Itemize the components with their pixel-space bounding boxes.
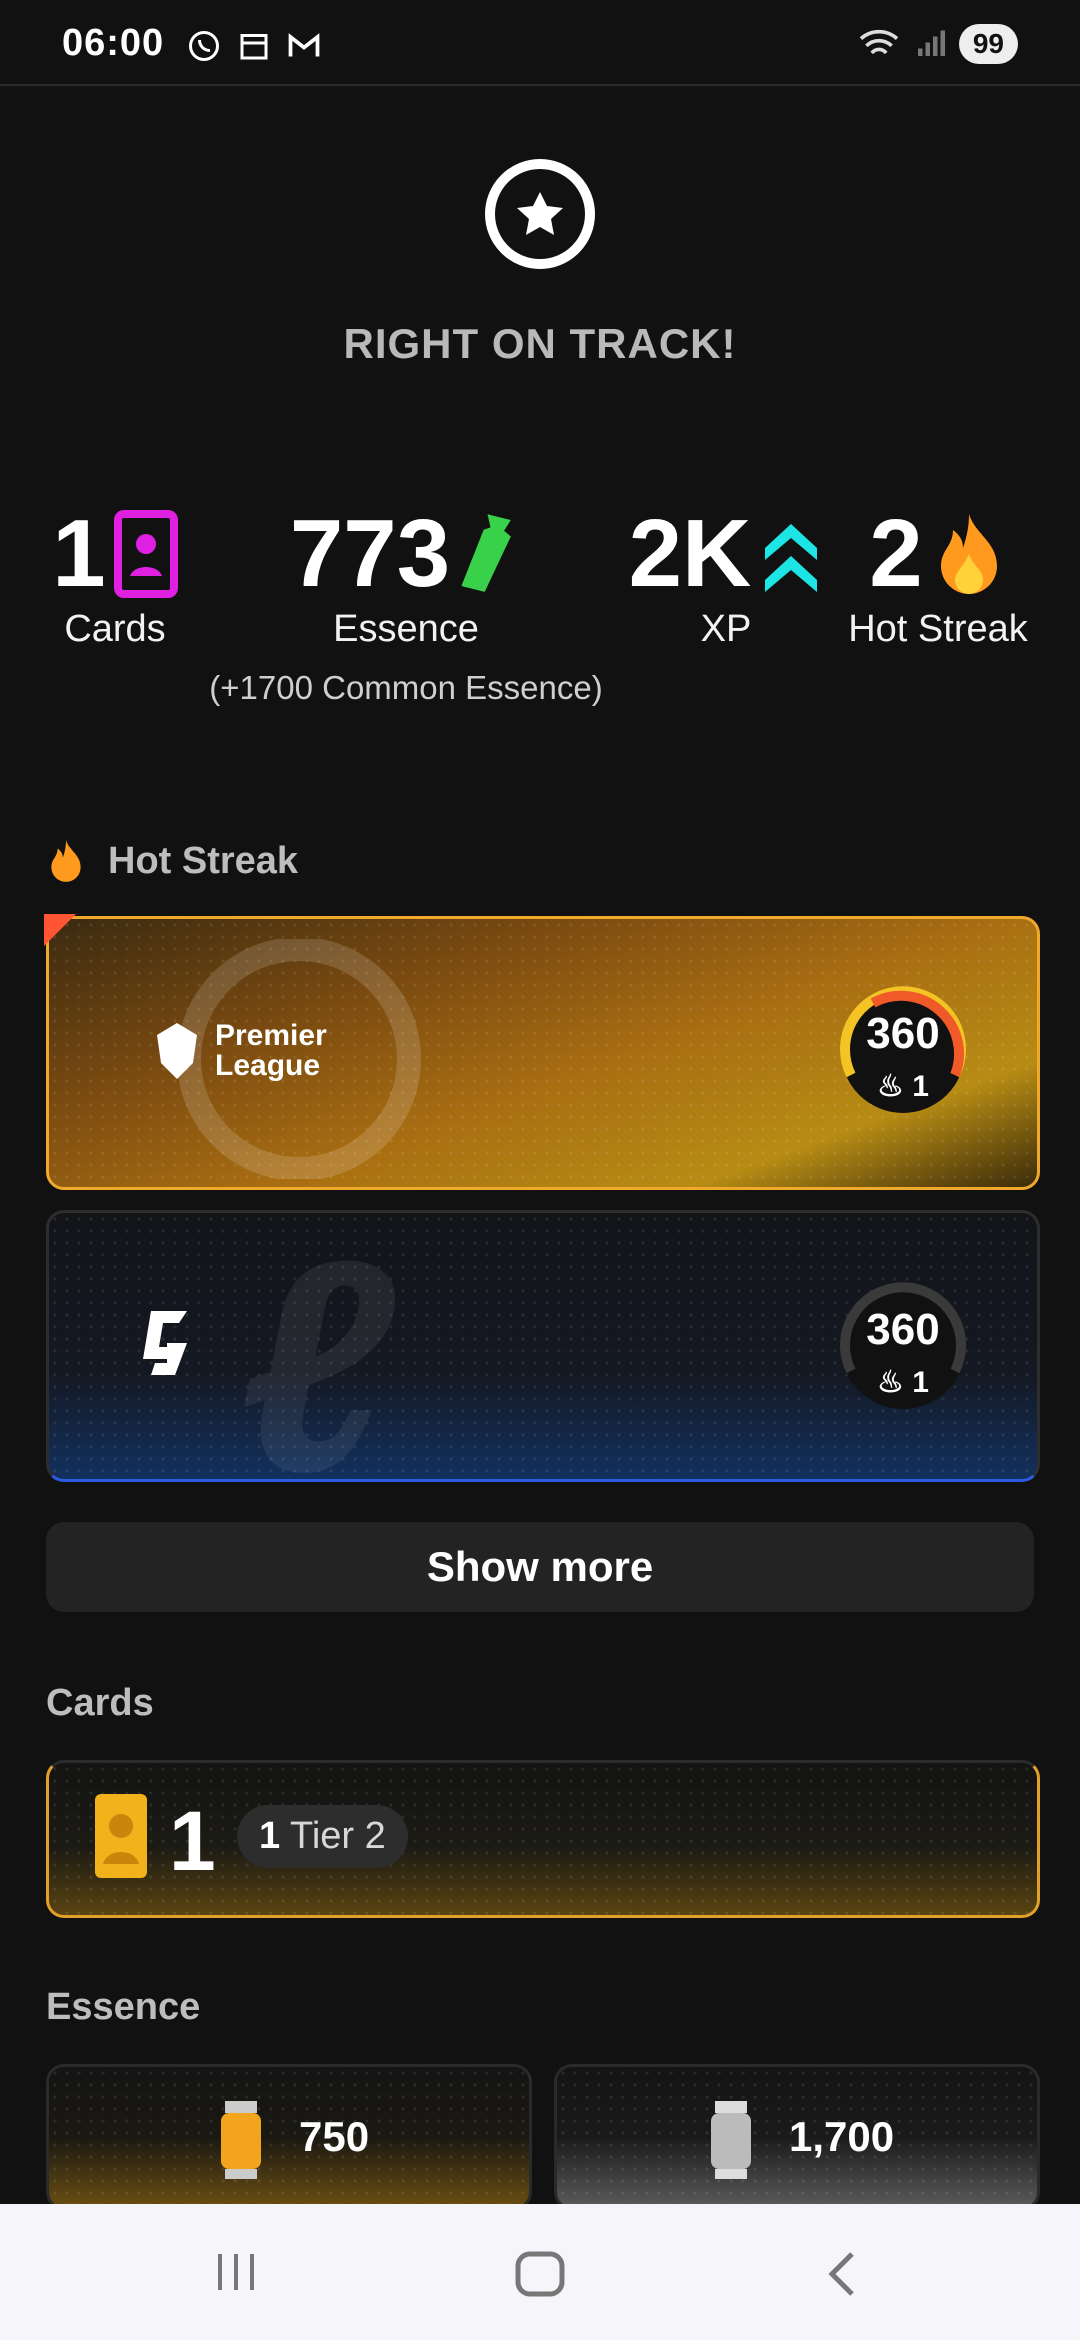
system-navigation-bar	[0, 2204, 1080, 2340]
score-value: 360	[866, 1305, 940, 1354]
cards-total: 1	[169, 1794, 216, 1888]
small-flame-icon: ♨	[877, 1366, 904, 1399]
essence-bonus: (+1700 Common Essence)	[209, 669, 603, 706]
show-more-button[interactable]: Show more	[46, 1522, 1034, 1612]
essence-item-common[interactable]: 1,700	[554, 2064, 1040, 2210]
back-icon[interactable]	[822, 2250, 862, 2298]
streak-count: ♨ 1	[833, 1365, 973, 1400]
premier-league-logo: Premier League	[149, 1019, 327, 1083]
stat-essence: 773 Essence (+1700 Common Essence)	[196, 506, 616, 707]
home-icon[interactable]	[514, 2250, 566, 2298]
score-gauge: 360 ♨ 1	[833, 981, 973, 1121]
essence-item-gold[interactable]: 750	[46, 2064, 532, 2210]
recent-apps-icon[interactable]	[212, 2250, 260, 2294]
achievement-star-icon	[485, 159, 595, 269]
hot-streak-count: 2	[869, 500, 923, 607]
small-flame-icon: ♨	[877, 1070, 904, 1103]
cards-count: 1	[52, 500, 106, 607]
system-status: 99	[857, 24, 1018, 64]
essence-count: 773	[289, 500, 451, 607]
essence-label: Essence	[333, 608, 479, 650]
essence-value: 1,700	[789, 2113, 895, 2160]
gmail-icon	[288, 33, 320, 57]
notification-icons	[186, 28, 322, 64]
cards-section-header: Cards	[46, 1682, 154, 1725]
page-title: RIGHT ON TRACK!	[343, 320, 737, 367]
tier-label: Tier 2	[290, 1815, 386, 1857]
watermark-logo: ℓ	[239, 1210, 394, 1482]
cards-label: Cards	[64, 608, 166, 650]
tier-count: 1	[259, 1815, 281, 1857]
score-gauge: 360 ♨ 1	[833, 1277, 973, 1417]
flame-icon	[51, 840, 81, 882]
streak-value: 1	[912, 1366, 929, 1399]
score-value: 360	[866, 1009, 940, 1058]
stat-xp: 2K XP	[626, 506, 826, 651]
tier-pill: 1 Tier 2	[237, 1805, 408, 1868]
xp-chevrons-icon	[765, 524, 818, 592]
xp-count: 2K	[628, 500, 752, 607]
status-time: 06:00	[62, 22, 165, 64]
hot-streak-label: Hot Streak	[848, 608, 1028, 650]
stat-cards: 1 Cards	[40, 506, 190, 651]
signal-icon	[917, 30, 945, 56]
section-title: Cards	[46, 1682, 154, 1724]
xp-label: XP	[700, 608, 752, 650]
streak-count: ♨ 1	[833, 1069, 973, 1104]
premier-league-streak-card[interactable]: Premier League 360 ♨ 1	[46, 916, 1040, 1190]
lineup-streak-card[interactable]: ℓ 360 ♨ 1	[46, 1210, 1040, 1482]
essence-vial-icon	[461, 514, 511, 592]
cards-summary[interactable]: 1 1 Tier 2	[46, 1760, 1040, 1918]
logo-line-1: Premier	[215, 1019, 327, 1052]
common-essence-vial-icon	[711, 2101, 751, 2179]
wifi-icon	[859, 29, 899, 55]
lion-crest-icon	[157, 1023, 197, 1079]
logo-line-2: League	[215, 1049, 321, 1082]
lineup-logo-icon	[143, 1311, 187, 1375]
streak-value: 1	[912, 1070, 929, 1103]
corner-flag	[44, 914, 76, 946]
hot-streak-section-header: Hot Streak	[46, 838, 298, 884]
essence-value: 750	[299, 2113, 370, 2160]
flame-icon	[940, 514, 997, 594]
battery-level: 99	[958, 24, 1018, 64]
status-bar: 06:00 99	[0, 0, 1080, 86]
section-title: Essence	[46, 1986, 201, 2028]
calendar-icon	[240, 34, 268, 60]
essence-section-header: Essence	[46, 1986, 200, 2029]
whatsapp-icon	[189, 31, 219, 61]
card-icon	[113, 510, 178, 598]
section-title: Hot Streak	[108, 839, 299, 882]
tier-card-icon	[95, 1794, 147, 1878]
stat-hot-streak: 2 Hot Streak	[838, 506, 1038, 651]
gold-essence-vial-icon	[221, 2101, 261, 2179]
